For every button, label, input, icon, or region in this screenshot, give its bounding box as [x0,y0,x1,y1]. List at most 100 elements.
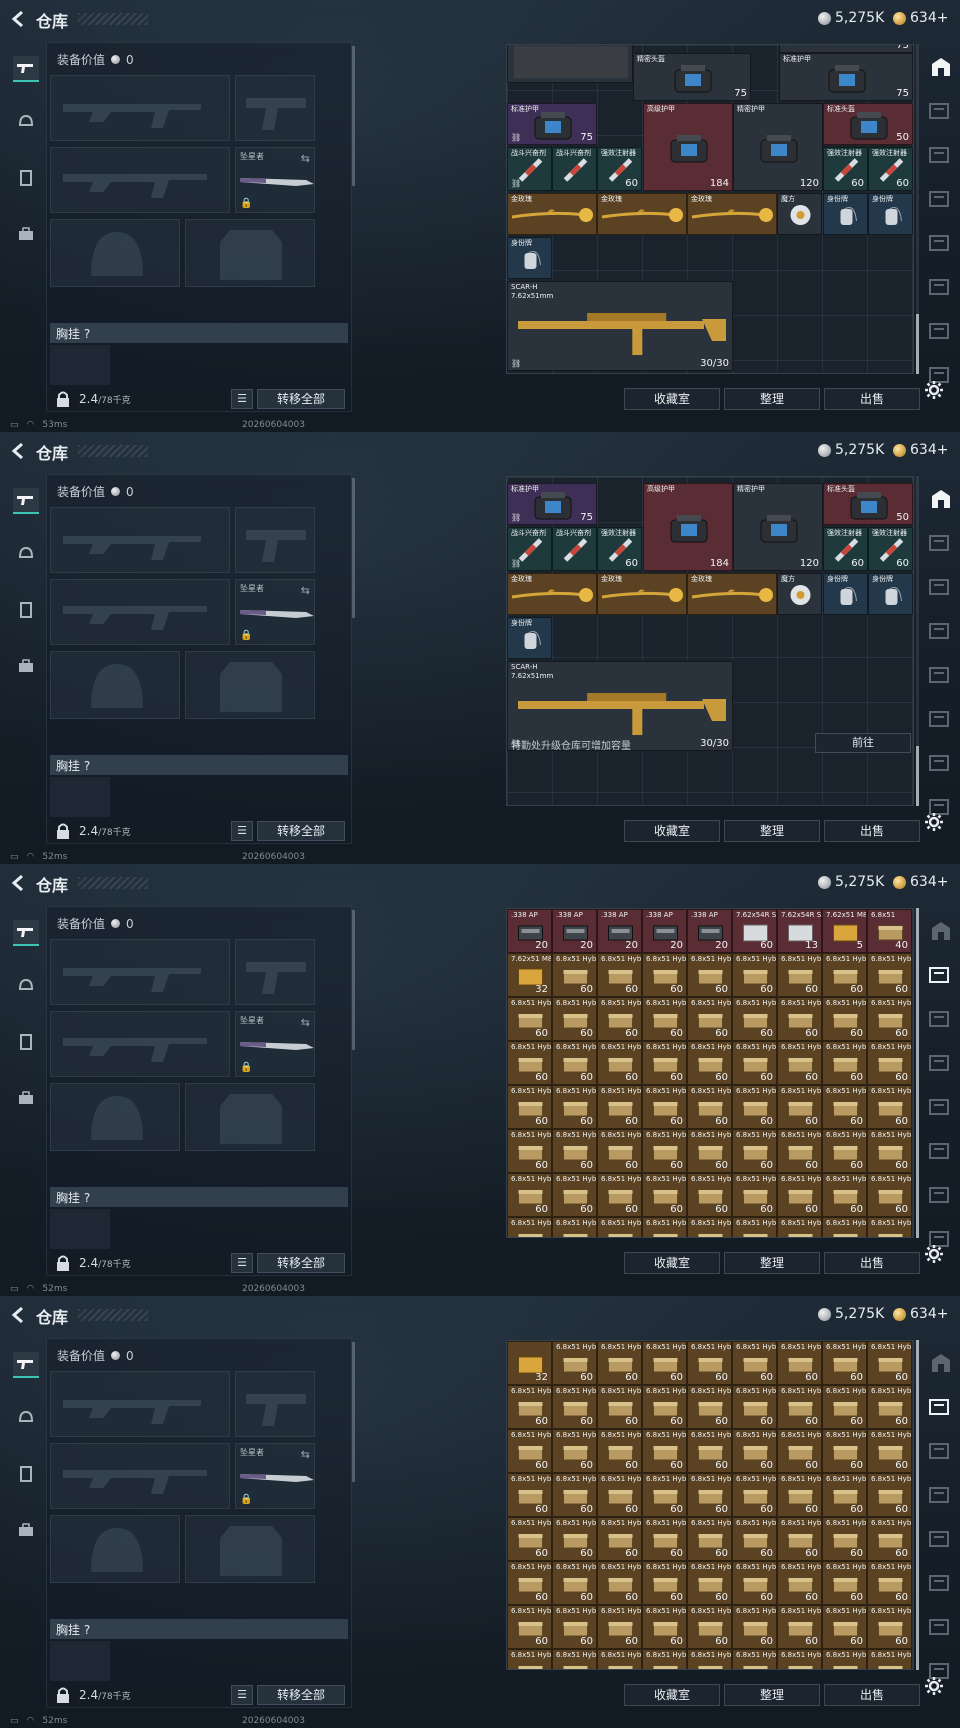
settings-gear-icon[interactable] [924,812,944,832]
ammo-item[interactable]: 6.8x51 Hybrid60 [597,1649,642,1669]
stimulant-item[interactable]: 战斗兴奋剂 ⛓ [507,147,552,191]
ammo-item[interactable]: 6.8x51 Hybrid60 [777,1561,822,1605]
ammo-item[interactable]: 6.8x51 Hybrid60 [867,1517,912,1561]
ammo-item[interactable]: 6.8x51 Hybrid60 [642,1129,687,1173]
collection-button[interactable]: 收藏室 [624,1684,720,1706]
equipment-scrollbar[interactable] [352,46,355,186]
tab-weapons[interactable] [13,920,39,946]
stash-page-icon[interactable] [926,534,952,552]
tab-weapons[interactable] [13,56,39,82]
partial-item[interactable]: 75 [779,45,913,53]
dog-tag-item[interactable]: 身份牌 [507,237,552,279]
ammo-item[interactable]: 6.8x51 Hybrid60 [552,1385,597,1429]
ammo-item[interactable]: 6.8x51 Hybrid60 [597,1561,642,1605]
ammo-item[interactable]: 6.8x51 Hybrid60 [867,1429,912,1473]
gold-currency[interactable]: 634+ [893,1306,948,1322]
helmet-slot[interactable] [50,1083,180,1151]
ammo-item[interactable]: 6.8x51 Hybrid60 [867,1385,912,1429]
ammo-item[interactable]: 6.8x51 Hybrid60 [732,1649,777,1669]
ammo-item[interactable]: 6.8x51 Hybrid60 [822,1649,867,1669]
secondary-weapon-slot[interactable] [50,1443,230,1509]
organize-button[interactable]: 整理 [724,820,820,842]
golden-rose-item[interactable]: 金玫瑰 [687,573,777,615]
collection-button[interactable]: 收藏室 [624,388,720,410]
list-view-button[interactable]: ☰ [231,1685,253,1705]
ammo-item[interactable]: 6.8x51 Hybrid60 [552,1217,597,1237]
melee-slot[interactable]: 坠星者 ⇆ 🔒 [235,1443,315,1509]
armor-slot[interactable] [185,1083,315,1151]
ammo-item[interactable]: 6.8x51 Hybrid60 [867,1217,912,1237]
ammo-item[interactable]: 6.8x51 Hybrid60 [732,1473,777,1517]
stash-page-icon[interactable] [926,146,952,164]
ammo-item[interactable]: 6.8x51 Hybrid60 [597,1473,642,1517]
ammo-item[interactable]: 6.8x51 Hybrid60 [867,1173,912,1217]
ammo-item[interactable]: 6.8x51 Hybrid60 [867,1341,912,1385]
ammo-item[interactable]: 6.8x51 Hybrid60 [687,1385,732,1429]
sell-button[interactable]: 出售 [824,1252,920,1274]
ammo-item[interactable]: 6.8x51 Hybrid60 [642,1385,687,1429]
stash-page-icon[interactable] [926,1010,952,1028]
pistol-slot[interactable] [235,1371,315,1437]
ammo-item[interactable]: 6.8x51 Hybrid60 [507,1561,552,1605]
ammo-item[interactable]: 6.8x51 Hybrid60 [777,997,822,1041]
pistol-slot[interactable] [235,75,315,141]
injector-item[interactable]: 强效注射器 60 [823,147,868,191]
dog-tag-item[interactable]: 身份牌 [823,193,868,235]
stash-page-icon[interactable] [926,966,952,984]
secondary-weapon-slot[interactable] [50,147,230,213]
stash-page-icon[interactable] [926,1574,952,1592]
tab-backpack[interactable] [13,1518,39,1544]
transfer-all-button[interactable]: 转移全部 [257,821,345,841]
tab-chest-rig[interactable] [13,1462,39,1488]
golden-rose-item[interactable]: 金玫瑰 [507,193,597,235]
armor-item[interactable]: 标准护甲 75 ⛓ [507,103,597,145]
helmet-item[interactable]: 标准头盔 50 [823,483,913,525]
tab-armor[interactable] [13,974,39,1000]
stash-page-icon[interactable] [926,1442,952,1460]
ammo-item[interactable]: 6.8x51 Hybrid60 [687,997,732,1041]
ammo-item[interactable]: 6.8x51 Hybrid60 [507,1085,552,1129]
stash-page-icon[interactable] [926,1186,952,1204]
stash-home-icon[interactable] [930,920,952,942]
back-arrow-icon[interactable] [10,10,28,28]
ammo-item[interactable]: 6.8x51 Hybrid60 [687,1041,732,1085]
tab-chest-rig[interactable] [13,1030,39,1056]
ammo-item[interactable]: 6.8x51 Hybrid60 [642,997,687,1041]
ammo-item[interactable]: 6.8x51 Hybrid60 [867,953,912,997]
ammo-item[interactable]: 6.8x51 Hybrid60 [642,1085,687,1129]
ammo-item[interactable]: .338 AP 20 [507,909,552,953]
ammo-item[interactable]: .338 AP 20 [642,909,687,953]
ammo-item[interactable]: 6.8x51 Hybrid60 [597,1517,642,1561]
ammo-item[interactable]: 6.8x51 Hybrid60 [552,1085,597,1129]
ammo-item[interactable]: 6.8x51 Hybrid60 [687,1341,732,1385]
stash-page-icon[interactable] [926,622,952,640]
ammo-item[interactable]: 6.8x51 Hybrid60 [687,1429,732,1473]
injector-item[interactable]: 强效注射器 60 [823,527,868,571]
equipment-scrollbar[interactable] [352,910,355,1050]
equipment-scrollbar[interactable] [352,1342,355,1482]
ammo-item[interactable]: 6.8x51 Hybrid60 [597,1385,642,1429]
stash-page-icon[interactable] [926,710,952,728]
ammo-item[interactable]: 6.8x51 Hybrid60 [642,1041,687,1085]
ammo-item[interactable]: 6.8x51 Hybrid60 [597,1173,642,1217]
ammo-item[interactable]: 6.8x51 Hybrid60 [687,953,732,997]
list-view-button[interactable]: ☰ [231,389,253,409]
chest-rig-slot[interactable] [50,777,110,817]
ammo-item[interactable]: 6.8x51 Hybrid60 [597,1041,642,1085]
primary-weapon-slot[interactable] [50,507,230,573]
ammo-item[interactable]: 6.8x51 Hybrid60 [642,1517,687,1561]
primary-weapon-slot[interactable] [50,75,230,141]
stash-page-icon[interactable] [926,102,952,120]
ammo-item[interactable]: 6.8x51 Hybrid60 [597,997,642,1041]
gold-currency[interactable]: 634+ [893,10,948,26]
organize-button[interactable]: 整理 [724,388,820,410]
ammo-item[interactable]: 6.8x51 Hybrid60 [867,1561,912,1605]
ammo-item[interactable]: 6.8x51 Hybrid60 [732,953,777,997]
dog-tag-item[interactable]: 身份牌 [868,193,913,235]
ammo-item[interactable]: 6.8x51 Hybrid60 [552,1649,597,1669]
ammo-item[interactable]: 6.8x51 Hybrid60 [822,1473,867,1517]
collection-button[interactable]: 收藏室 [624,820,720,842]
ammo-item[interactable]: 6.8x51 Hybrid60 [552,1341,597,1385]
tab-armor[interactable] [13,110,39,136]
chest-rig-header[interactable]: 胸挂 ? [50,1187,348,1207]
